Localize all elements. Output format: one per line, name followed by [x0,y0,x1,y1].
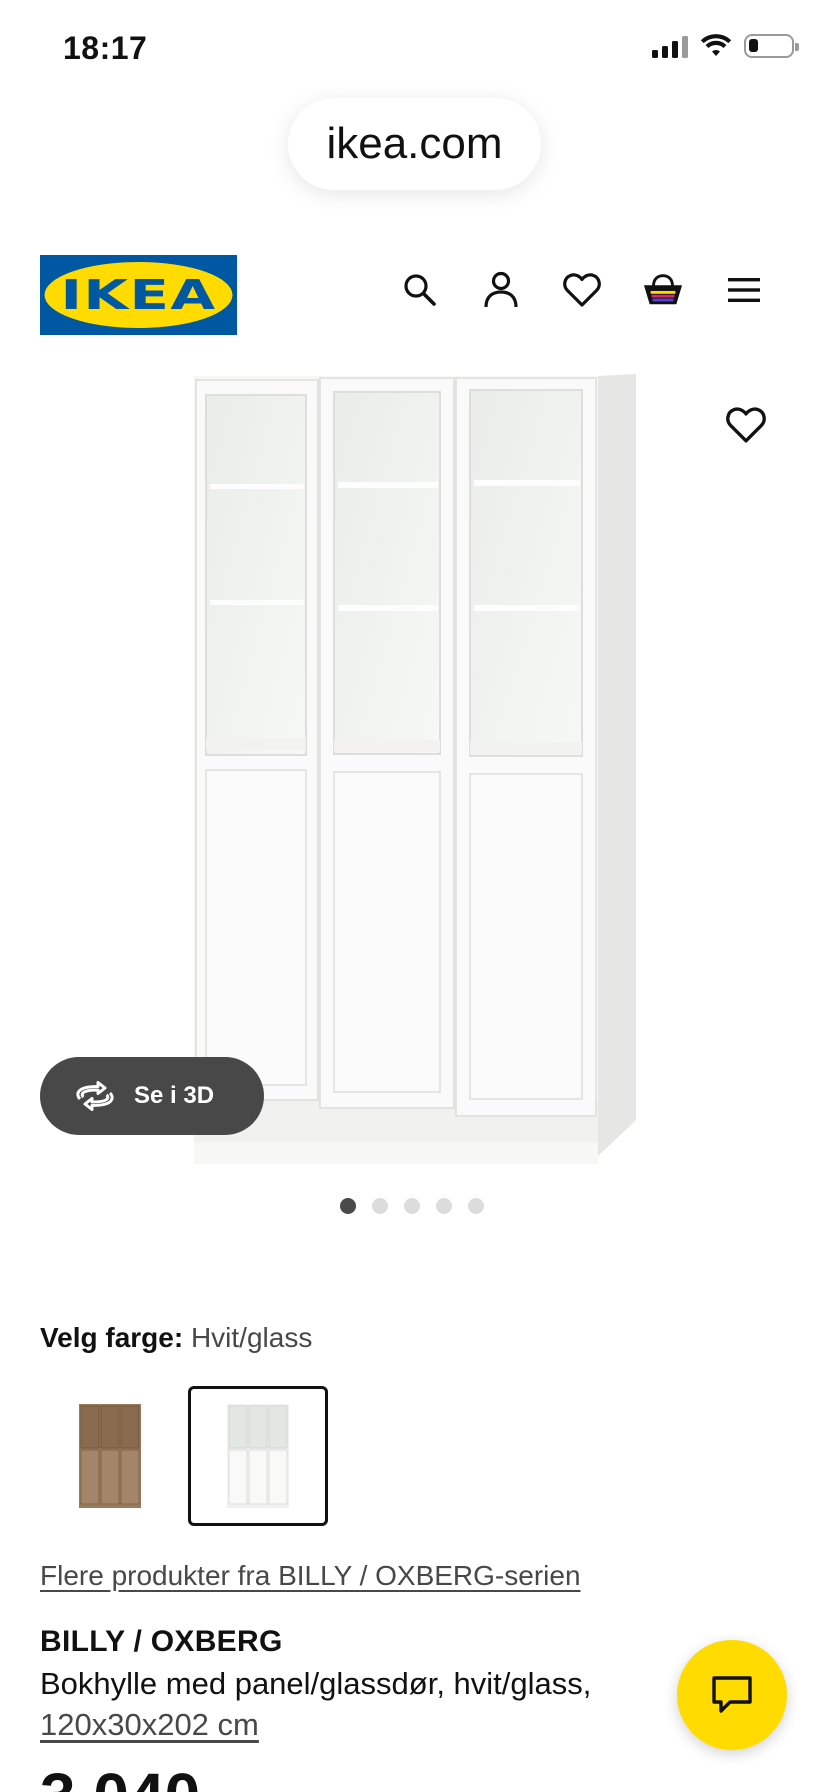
profile-icon [484,271,518,308]
chat-button[interactable] [677,1640,787,1750]
product-image[interactable] [0,370,828,1170]
add-to-wishlist-button[interactable] [726,406,770,450]
status-bar: 18:17 [0,0,828,100]
menu-button[interactable] [724,270,764,310]
product-description: Bokhylle med panel/glassdør, hvit/glass, [40,1666,592,1701]
search-button[interactable] [400,270,440,310]
ikea-logo[interactable]: IKEA [40,255,237,335]
wifi-icon [700,34,732,56]
wishlist-button[interactable] [562,270,602,310]
carousel-dot[interactable] [468,1198,484,1214]
status-icons [652,34,799,58]
carousel-dot[interactable] [372,1198,388,1214]
logo-wordmark: IKEA [61,271,217,319]
color-select-value: Hvit/glass [190,1322,313,1353]
color-select-row: Velg farge: Hvit/glass [40,1322,312,1354]
carousel-dot[interactable] [404,1198,420,1214]
profile-button[interactable] [481,270,521,310]
heart-icon [726,407,766,443]
header-nav [400,270,764,310]
battery-icon [744,34,799,58]
product-name: BILLY / OXBERG [40,1625,283,1658]
product-price: 3 040 [40,1764,200,1792]
color-swatch-white-glass[interactable] [188,1386,328,1526]
heart-icon [563,273,601,307]
signal-icon [652,34,688,58]
menu-icon [728,278,760,302]
rotate-3d-icon [76,1081,114,1111]
view-3d-button[interactable]: Se i 3D [40,1057,264,1135]
color-select-label: Velg farge: [40,1322,184,1353]
view-3d-label: Se i 3D [134,1082,215,1109]
status-time: 18:17 [63,30,148,66]
address-bar[interactable]: ikea.com [288,98,541,190]
swatch-white-image [227,1404,289,1508]
swatch-walnut-image [79,1404,141,1508]
series-link[interactable]: Flere produkter fra BILLY / OXBERG-serie… [40,1560,581,1592]
product-size-link[interactable]: 120x30x202 cm [40,1707,259,1743]
chat-icon [712,1676,752,1713]
search-icon [404,274,436,306]
cart-icon [643,274,683,305]
carousel-dot[interactable] [436,1198,452,1214]
color-swatch-walnut[interactable] [40,1386,180,1526]
cart-button[interactable] [643,270,683,310]
carousel-dots [340,1198,484,1214]
carousel-dot[interactable] [340,1198,356,1214]
